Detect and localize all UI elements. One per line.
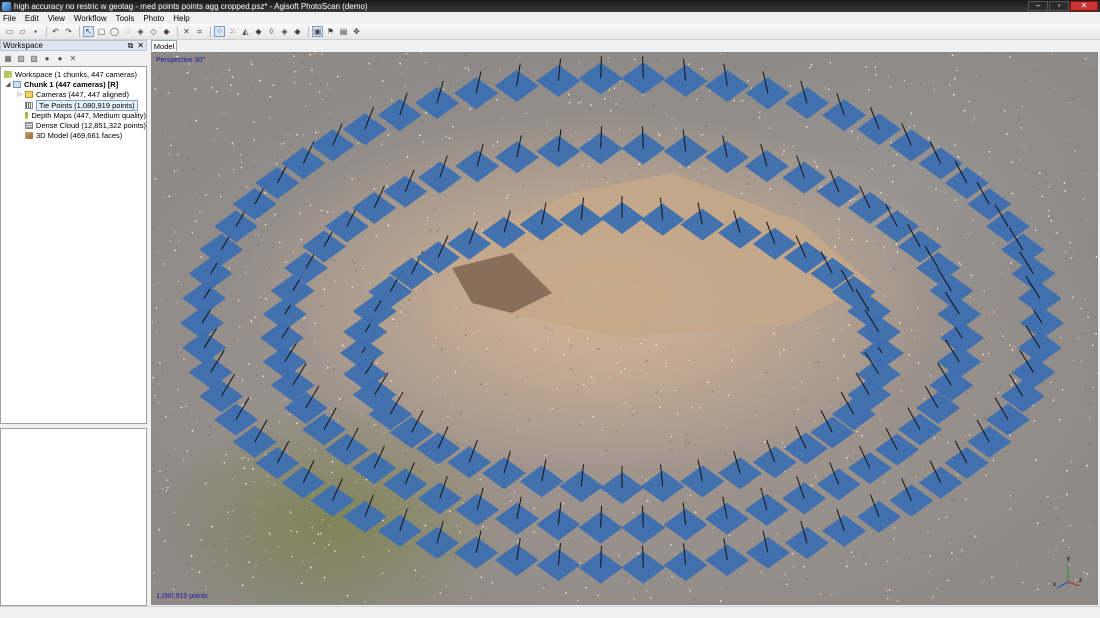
shaded-model-icon[interactable]: ◭ — [240, 26, 251, 37]
tie-points-icon — [25, 101, 33, 109]
workspace-pane-header: Workspace ⧉ ✕ — [0, 40, 147, 51]
reset-view-icon[interactable]: ✥ — [351, 26, 362, 37]
wireframe-model-icon[interactable]: ◊ — [266, 26, 277, 37]
workspace-pane-title: Workspace — [3, 41, 43, 50]
model-viewport[interactable]: Perspective 30° 1,080,919 points y x z — [151, 52, 1098, 605]
main-toolbar: ▭ ▱ ▪ ↶ ↷ ↖ ▢ ◯ ◌ ◈ ◇ ◆ ✕ ⌗ ⁘ ⁙ ◭ ◆ ◊ ◈ … — [0, 24, 1100, 40]
point-cloud-scene[interactable] — [152, 53, 1098, 605]
show-region-icon[interactable]: ▤ — [338, 26, 349, 37]
new-document-icon[interactable]: ▭ — [4, 26, 15, 37]
expand-icon[interactable]: ▷ — [17, 91, 23, 98]
add-chunk-icon[interactable]: ▦ — [3, 54, 13, 64]
depth-maps-icon — [25, 111, 29, 119]
maximize-button[interactable]: ▫ — [1049, 1, 1069, 11]
axis-label-y: y — [1067, 556, 1070, 562]
toolbar-separator — [79, 26, 80, 37]
menu-help[interactable]: Help — [173, 14, 189, 23]
tree-item-label: Tie Points (1,080,919 points) — [36, 99, 138, 111]
axis-label-x: x — [1053, 582, 1056, 588]
close-button[interactable]: ✕ — [1070, 1, 1098, 11]
tree-item-label: Workspace (1 chunks, 447 cameras) — [15, 69, 137, 79]
resize-region-icon[interactable]: ◇ — [148, 26, 159, 37]
tree-item-3d-model[interactable]: 3D Model (469,661 faces) — [1, 131, 146, 141]
navigation-icon[interactable]: ↖ — [83, 26, 94, 37]
tab-model[interactable]: Model — [151, 40, 177, 51]
menu-tools[interactable]: Tools — [116, 14, 135, 23]
dense-cloud-icon — [25, 122, 33, 130]
axis-label-z: z — [1079, 578, 1082, 584]
menu-bar: File Edit View Workflow Tools Photo Help — [0, 12, 1100, 24]
open-folder-icon[interactable]: ▱ — [17, 26, 28, 37]
menu-file[interactable]: File — [3, 14, 16, 23]
toolbar-separator — [177, 26, 178, 37]
tree-item-chunk[interactable]: ◢ Chunk 1 (447 cameras) [R] — [1, 79, 146, 89]
projection-label: Perspective 30° — [156, 57, 206, 64]
redo-icon[interactable]: ↷ — [63, 26, 74, 37]
workspace-icon — [4, 70, 12, 78]
add-folder-icon[interactable]: ▨ — [29, 54, 39, 64]
circle-selection-icon[interactable]: ◯ — [109, 26, 120, 37]
textured-model-icon[interactable]: ◈ — [279, 26, 290, 37]
axes-indicator: y x z — [1053, 556, 1083, 590]
tree-item-cameras[interactable]: ▷ Cameras (447, 447 aligned) — [1, 90, 146, 100]
tree-item-label: 3D Model (469,661 faces) — [36, 131, 123, 141]
undo-icon[interactable]: ↶ — [50, 26, 61, 37]
cameras-folder-icon — [25, 91, 33, 99]
collapse-icon[interactable]: ◢ — [5, 81, 11, 88]
menu-view[interactable]: View — [48, 14, 65, 23]
toolbar-separator — [308, 26, 309, 37]
tree-item-label: Chunk 1 (447 cameras) [R] — [24, 79, 119, 89]
tree-item-depth-maps[interactable]: Depth Maps (447, Medium quality) — [1, 110, 146, 120]
tree-item-label: Cameras (447, 447 aligned) — [36, 90, 129, 100]
window-controls: – ▫ ✕ — [1028, 1, 1098, 11]
crop-selection-icon[interactable]: ⌗ — [194, 26, 205, 37]
menu-workflow[interactable]: Workflow — [74, 14, 107, 23]
show-cameras-icon[interactable]: ▣ — [312, 26, 323, 37]
delete-selection-icon[interactable]: ✕ — [181, 26, 192, 37]
undock-icon[interactable]: ⧉ — [128, 41, 134, 51]
dense-cloud-icon[interactable]: ⁙ — [227, 26, 238, 37]
tree-item-dense-cloud[interactable]: Dense Cloud (12,851,322 points) — [1, 120, 146, 130]
tree-item-label: Depth Maps (447, Medium quality) — [31, 110, 146, 120]
disable-item-icon[interactable]: ● — [55, 54, 65, 64]
tree-item-label: Dense Cloud (12,851,322 points) — [35, 121, 146, 131]
save-icon[interactable]: ▪ — [30, 26, 41, 37]
tiled-model-icon[interactable]: ◆ — [292, 26, 303, 37]
properties-pane — [0, 428, 147, 606]
chunk-icon — [13, 80, 21, 88]
tree-item-workspace[interactable]: Workspace (1 chunks, 447 cameras) — [1, 69, 146, 79]
close-pane-icon[interactable]: ✕ — [137, 41, 144, 51]
rectangle-selection-icon[interactable]: ▢ — [96, 26, 107, 37]
menu-photo[interactable]: Photo — [143, 14, 164, 23]
workspace-tree: Workspace (1 chunks, 447 cameras) ◢ Chun… — [0, 66, 147, 424]
move-region-icon[interactable]: ◆ — [161, 26, 172, 37]
menu-edit[interactable]: Edit — [25, 14, 39, 23]
app-icon — [2, 1, 11, 11]
point-cloud-icon[interactable]: ⁘ — [214, 26, 225, 37]
add-photos-icon[interactable]: ▧ — [16, 54, 26, 64]
status-bar — [0, 606, 1100, 618]
model-icon — [25, 132, 33, 140]
toolbar-separator — [46, 26, 47, 37]
workspace-toolbar: ▦ ▧ ▨ ● ● ✕ — [0, 52, 147, 65]
window-title: high accuracy no restric w geotag - med … — [14, 1, 368, 11]
tree-item-tie-points[interactable]: Tie Points (1,080,919 points) — [1, 99, 146, 111]
point-count-label: 1,080,919 points — [156, 593, 208, 600]
solid-model-icon[interactable]: ◆ — [253, 26, 264, 37]
rotate-region-icon[interactable]: ◈ — [135, 26, 146, 37]
remove-item-icon[interactable]: ✕ — [68, 54, 78, 64]
show-markers-icon[interactable]: ⚑ — [325, 26, 336, 37]
toolbar-separator — [210, 26, 211, 37]
title-bar: high accuracy no restric w geotag - med … — [0, 0, 1100, 12]
minimize-button[interactable]: – — [1028, 1, 1048, 11]
free-form-selection-icon[interactable]: ◌ — [122, 26, 133, 37]
enable-item-icon[interactable]: ● — [42, 54, 52, 64]
